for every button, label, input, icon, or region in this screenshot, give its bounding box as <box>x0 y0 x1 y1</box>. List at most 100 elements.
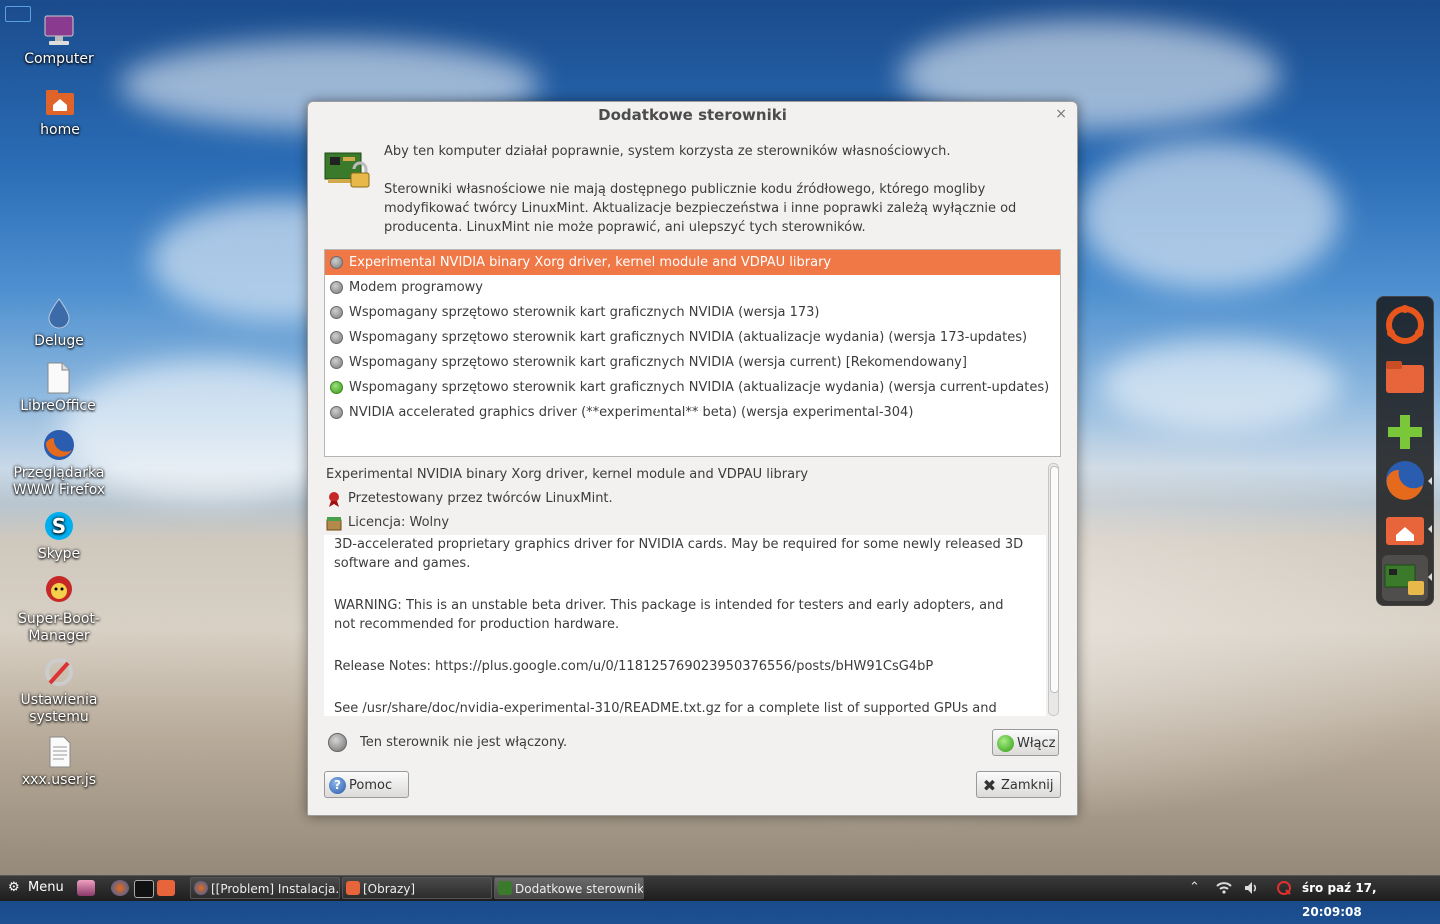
details-scrollbar[interactable] <box>1048 463 1059 716</box>
deluge-icon <box>42 296 76 330</box>
dock-files-icon[interactable] <box>1382 353 1428 399</box>
help-button[interactable]: ? Pomoc <box>324 771 409 798</box>
firefox-launcher-icon[interactable] <box>111 880 129 896</box>
desktop-icon-label: LibreOffice <box>20 398 96 414</box>
dock-running-indicator <box>1428 525 1432 533</box>
dock-firefox-icon[interactable] <box>1382 457 1428 503</box>
driver-row[interactable]: Wspomagany sprzętowo sterownik kart graf… <box>325 350 1060 375</box>
desktop-icon-label: xxx.user.js <box>21 772 97 788</box>
tray-expand-icon[interactable]: ⌃ <box>1189 876 1200 900</box>
taskbar-window-firefox[interactable]: [[Problem] Instalacja... <box>190 877 340 899</box>
driver-row[interactable]: Modem programowy <box>325 275 1060 300</box>
desktop-icon-user-js[interactable]: xxx.user.js <box>9 735 109 789</box>
update-manager-icon[interactable] <box>1276 876 1292 900</box>
dock-drivers-icon[interactable] <box>1382 555 1428 601</box>
help-icon: ? <box>329 777 346 794</box>
dock-ubuntu-icon[interactable] <box>1382 302 1428 348</box>
desktop-icon-label: Skype <box>37 546 81 562</box>
close-label: Zamknij <box>1001 778 1054 793</box>
driver-label: NVIDIA accelerated graphics driver (**ex… <box>349 405 914 420</box>
radio-icon[interactable] <box>330 356 343 369</box>
driver-row[interactable]: Wspomagany sprzętowo sterownik kart graf… <box>325 300 1060 325</box>
desktop-icon-computer[interactable]: Computer <box>9 14 109 68</box>
desktop-icon-label: Super-Boot-Manager <box>18 611 100 644</box>
driver-description: 3D-accelerated proprietary graphics driv… <box>324 535 1046 716</box>
taskbar-window-label: Dodatkowe sterowniki <box>515 882 644 896</box>
desktop-icon-skype[interactable]: S Skype <box>9 509 109 563</box>
intro-text: Aby ten komputer działał poprawnie, syst… <box>384 142 1064 256</box>
taskbar-window-drivers[interactable]: Dodatkowe sterowniki <box>494 877 644 899</box>
dock-running-indicator <box>1428 477 1432 485</box>
tested-text: Przetestowany przez twórców LinuxMint. <box>348 491 613 506</box>
radio-icon[interactable] <box>330 256 343 269</box>
clock[interactable]: śro paź 17, 20:09:08 <box>1302 876 1440 924</box>
terminal-icon[interactable] <box>134 880 154 898</box>
ribbon-icon <box>326 491 342 507</box>
text-file-icon <box>42 735 76 769</box>
license-text: Licencja: Wolny <box>348 515 450 530</box>
driver-row[interactable]: NVIDIA accelerated graphics driver (**ex… <box>325 400 1060 425</box>
boot-manager-icon <box>42 574 76 608</box>
driver-list[interactable]: Experimental NVIDIA binary Xorg driver, … <box>324 249 1061 457</box>
dock <box>1376 296 1434 606</box>
tested-info: Przetestowany przez twórców LinuxMint. <box>324 487 1059 511</box>
driver-details: Experimental NVIDIA binary Xorg driver, … <box>324 463 1059 716</box>
driver-card-icon <box>498 881 512 895</box>
intro-paragraph: Sterowniki własnościowe nie mają dostępn… <box>384 182 1017 235</box>
show-desktop-icon[interactable] <box>77 880 95 896</box>
driver-label: Experimental NVIDIA binary Xorg driver, … <box>349 255 832 270</box>
desktop-icon-deluge[interactable]: Deluge <box>9 296 109 350</box>
driver-label: Wspomagany sprzętowo sterownik kart graf… <box>349 355 967 370</box>
radio-icon[interactable] <box>330 406 343 419</box>
dock-running-indicator <box>1428 573 1432 581</box>
license-info: Licencja: Wolny <box>324 511 1059 535</box>
menu-button[interactable]: ⚙ Menu <box>8 876 64 900</box>
radio-icon[interactable] <box>330 331 343 344</box>
cloud <box>1080 140 1340 290</box>
driver-label: Wspomagany sprzętowo sterownik kart graf… <box>349 330 1028 345</box>
help-label: Pomoc <box>349 778 393 793</box>
intro-paragraph: Aby ten komputer działał poprawnie, syst… <box>384 144 951 159</box>
skype-icon: S <box>42 509 76 543</box>
firefox-icon <box>42 428 76 462</box>
desktop-icon-label: Ustawienia systemu <box>20 692 98 725</box>
description-paragraph: WARNING: This is an unstable beta driver… <box>334 598 1004 632</box>
desktop-icon-label: Deluge <box>34 333 84 349</box>
dock-home-folder-icon[interactable] <box>1382 505 1428 551</box>
enable-button[interactable]: Włącz <box>992 729 1059 756</box>
driver-row[interactable]: Wspomagany sprzętowo sterownik kart graf… <box>325 375 1060 400</box>
svg-text:S: S <box>52 514 66 538</box>
description-paragraph: 3D-accelerated proprietary graphics driv… <box>334 537 1024 571</box>
home-folder-icon <box>43 85 77 119</box>
volume-icon[interactable] <box>1244 876 1260 900</box>
cloud <box>1100 340 1340 430</box>
driver-row[interactable]: Wspomagany sprzętowo sterownik kart graf… <box>325 325 1060 350</box>
package-icon <box>326 515 342 531</box>
driver-card-lock-icon <box>324 145 370 189</box>
close-button[interactable]: ✖ Zamknij <box>976 771 1061 798</box>
taskbar-window-images[interactable]: [Obrazy] <box>342 877 492 899</box>
desktop-icon-super-boot-manager[interactable]: Super-Boot-Manager <box>9 574 109 645</box>
enable-label: Włącz <box>1017 736 1056 751</box>
scrollbar-thumb[interactable] <box>1050 466 1059 693</box>
desktop-icon-home[interactable]: home <box>10 85 110 139</box>
dock-add-icon[interactable] <box>1382 409 1428 455</box>
radio-active-icon[interactable] <box>330 381 343 394</box>
firefox-icon <box>194 881 208 895</box>
desktop-icon-firefox[interactable]: Przeglądarka WWW Firefox <box>9 428 109 499</box>
driver-row[interactable]: Experimental NVIDIA binary Xorg driver, … <box>325 250 1060 275</box>
home-folder-launcher-icon[interactable] <box>157 880 175 896</box>
close-x-icon: ✖ <box>982 776 997 795</box>
wifi-icon[interactable] <box>1216 876 1232 900</box>
driver-label: Modem programowy <box>349 280 483 295</box>
driver-label: Wspomagany sprzętowo sterownik kart graf… <box>349 305 820 320</box>
radio-icon[interactable] <box>330 306 343 319</box>
mouse-cursor-icon <box>656 398 668 416</box>
desktop-icon-libreoffice[interactable]: LibreOffice <box>8 361 108 415</box>
close-icon[interactable]: × <box>1055 106 1067 122</box>
radio-icon[interactable] <box>330 281 343 294</box>
driver-label: Wspomagany sprzętowo sterownik kart graf… <box>349 380 1050 395</box>
menu-label: Menu <box>28 880 64 895</box>
additional-drivers-dialog: Dodatkowe sterowniki × Aby ten komputer … <box>307 101 1078 816</box>
desktop-icon-system-settings[interactable]: Ustawienia systemu <box>9 655 109 726</box>
